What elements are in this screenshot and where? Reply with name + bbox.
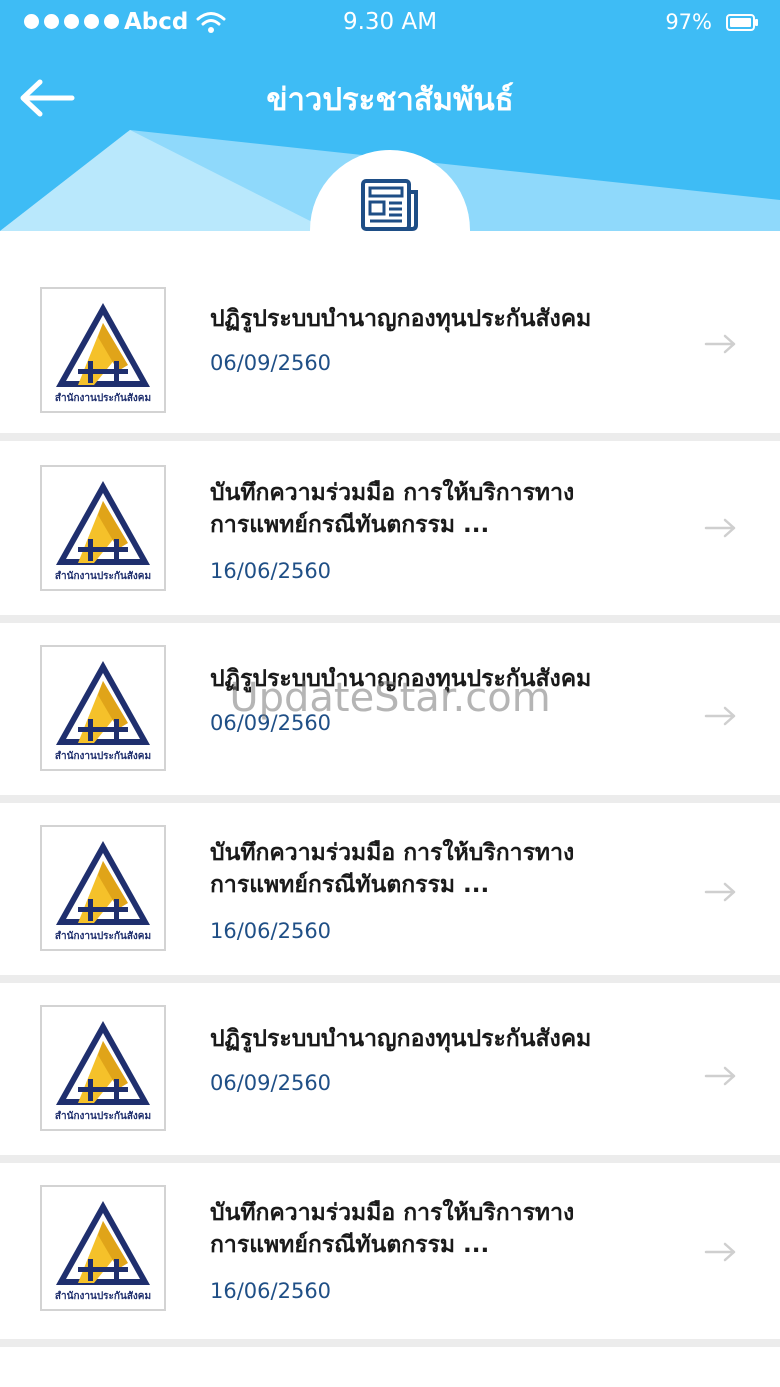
- news-item[interactable]: สำนักงานประกันสังคม ปฏิรูประบบบำนาญกองทุ…: [0, 231, 780, 433]
- news-title-line2: การแพทย์กรณีทันตกรรม ...: [210, 872, 490, 898]
- arrow-right-icon[interactable]: [704, 705, 738, 727]
- logo-caption: สำนักงานประกันสังคม: [54, 571, 152, 582]
- sso-logo: สำนักงานประกันสังคม: [40, 465, 166, 591]
- arrow-right-icon[interactable]: [704, 333, 738, 355]
- sso-logo: สำนักงานประกันสังคม: [40, 825, 166, 951]
- sso-triangle-logo-icon: [56, 1021, 150, 1105]
- news-title: บันทึกความร่วมมือ การให้บริการทาง: [210, 840, 575, 866]
- news-item[interactable]: สำนักงานประกันสังคม บันทึกความร่วมมือ กา…: [0, 1163, 780, 1339]
- arrow-right-icon[interactable]: [704, 517, 738, 539]
- logo-caption: สำนักงานประกันสังคม: [54, 751, 152, 762]
- divider: [0, 433, 780, 441]
- page-title: ข่าวประชาสัมพันธ์: [266, 82, 514, 118]
- news-title-line2: การแพทย์กรณีทันตกรรม ...: [210, 512, 490, 538]
- divider: [0, 1155, 780, 1163]
- news-title: บันทึกความร่วมมือ การให้บริการทาง: [210, 1200, 575, 1226]
- news-date: 16/06/2560: [210, 919, 332, 943]
- battery-icon: [726, 14, 758, 31]
- header: Abcd 9.30 AM 97% ข่าวประชาสัมพันธ์: [0, 0, 780, 231]
- news-title-line2: การแพทย์กรณีทันตกรรม ...: [210, 1232, 490, 1258]
- arrow-right-icon[interactable]: [704, 1065, 738, 1087]
- news-title: ปฏิรูประบบบำนาญกองทุนประกันสังคม: [210, 1026, 592, 1052]
- news-date: 06/09/2560: [210, 351, 332, 375]
- divider: [0, 795, 780, 803]
- news-date: 06/09/2560: [210, 711, 332, 735]
- news-item[interactable]: สำนักงานประกันสังคม บันทึกความร่วมมือ กา…: [0, 441, 780, 615]
- arrow-right-icon[interactable]: [704, 881, 738, 903]
- newspaper-icon: [361, 179, 418, 231]
- arrow-right-icon[interactable]: [704, 1241, 738, 1263]
- logo-caption: สำนักงานประกันสังคม: [54, 1111, 152, 1122]
- news-title: บันทึกความร่วมมือ การให้บริการทาง: [210, 480, 575, 506]
- sso-triangle-logo-icon: [56, 303, 150, 387]
- sso-triangle-logo-icon: [56, 1201, 150, 1285]
- sso-logo: สำนักงานประกันสังคม: [40, 1005, 166, 1131]
- news-date: 06/09/2560: [210, 1071, 332, 1095]
- status-bar: Abcd 9.30 AM 97%: [0, 0, 780, 44]
- news-date: 16/06/2560: [210, 1279, 332, 1303]
- sso-triangle-logo-icon: [56, 661, 150, 745]
- nav-bar: ข่าวประชาสัมพันธ์: [0, 60, 780, 140]
- divider: [0, 615, 780, 623]
- news-title: ปฏิรูประบบบำนาญกองทุนประกันสังคม: [210, 306, 592, 332]
- logo-caption: สำนักงานประกันสังคม: [54, 931, 152, 942]
- news-item[interactable]: สำนักงานประกันสังคม บันทึกความร่วมมือ กา…: [0, 803, 780, 975]
- sso-logo: สำนักงานประกันสังคม: [40, 1185, 166, 1311]
- news-item[interactable]: สำนักงานประกันสังคม ปฏิรูประบบบำนาญกองทุ…: [0, 623, 780, 795]
- logo-caption: สำนักงานประกันสังคม: [54, 1291, 152, 1302]
- news-date: 16/06/2560: [210, 559, 332, 583]
- news-item[interactable]: สำนักงานประกันสังคม ปฏิรูประบบบำนาญกองทุ…: [0, 983, 780, 1155]
- logo-caption: สำนักงานประกันสังคม: [54, 393, 152, 404]
- sso-triangle-logo-icon: [56, 481, 150, 565]
- battery-percent: 97%: [665, 10, 712, 34]
- divider: [0, 975, 780, 983]
- sso-triangle-logo-icon: [56, 841, 150, 925]
- clock: 9.30 AM: [342, 9, 438, 35]
- news-title: ปฏิรูประบบบำนาญกองทุนประกันสังคม: [210, 666, 592, 692]
- sso-logo: สำนักงานประกันสังคม: [40, 287, 166, 413]
- divider: [0, 1339, 780, 1347]
- sso-logo: สำนักงานประกันสังคม: [40, 645, 166, 771]
